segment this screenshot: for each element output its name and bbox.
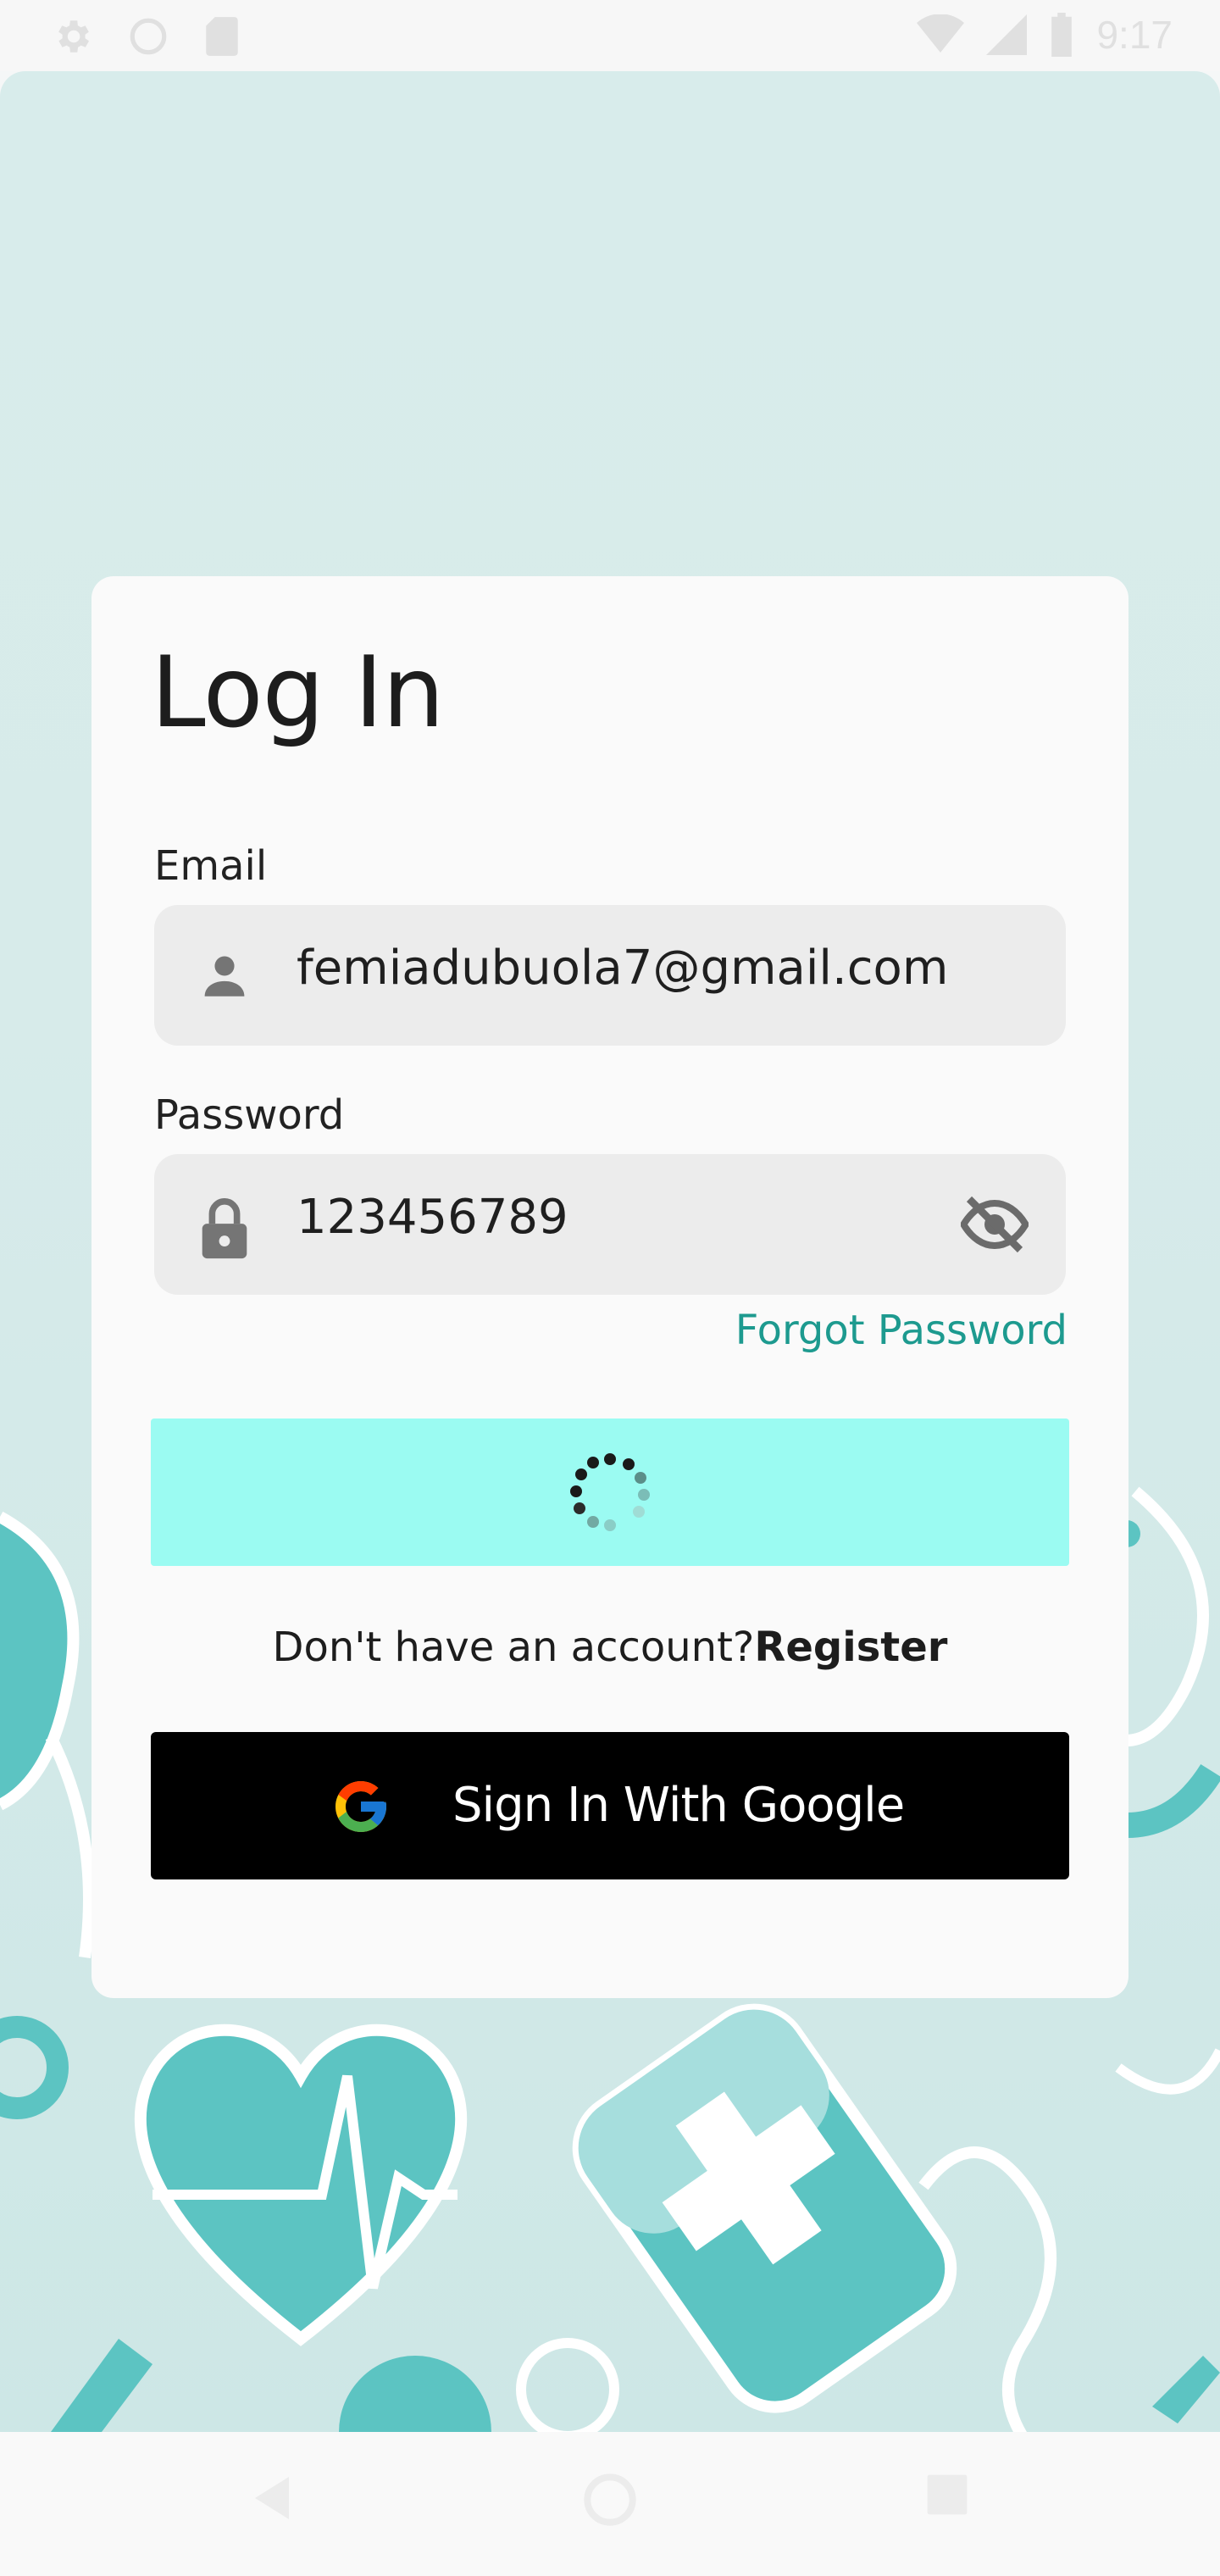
password-field[interactable] — [154, 1154, 1066, 1295]
wifi-icon — [917, 14, 965, 53]
register-line: Don't have an account?Register — [92, 1624, 1128, 1671]
cellular-icon — [986, 14, 1028, 55]
status-time: 9:17 — [1096, 13, 1173, 57]
settings-icon — [58, 20, 89, 53]
email-input[interactable] — [297, 941, 957, 996]
password-input[interactable] — [297, 1190, 957, 1245]
login-card: Log In Email Password Forgot Password — [92, 576, 1128, 1998]
password-label: Password — [154, 1091, 345, 1139]
back-icon[interactable] — [251, 2473, 293, 2523]
home-icon[interactable] — [583, 2473, 637, 2527]
battery-icon — [1051, 13, 1073, 57]
email-label: Email — [154, 842, 268, 890]
visibility-off-icon[interactable] — [961, 1195, 1029, 1254]
lock-icon — [202, 1198, 247, 1259]
forgot-password-link[interactable]: Forgot Password — [735, 1307, 1068, 1354]
register-prompt: Don't have an account? — [272, 1624, 755, 1671]
sync-icon — [130, 18, 167, 55]
google-button-label: Sign In With Google — [452, 1778, 905, 1833]
navigation-bar — [0, 2432, 1220, 2576]
recents-icon[interactable] — [925, 2473, 969, 2517]
login-button[interactable] — [151, 1418, 1069, 1566]
email-field[interactable] — [154, 905, 1066, 1046]
person-icon — [204, 956, 245, 997]
google-sign-in-button[interactable]: Sign In With Google — [151, 1732, 1069, 1879]
status-bar: 9:17 — [0, 0, 1220, 71]
page-title: Log In — [151, 636, 445, 750]
loading-spinner-icon — [570, 1453, 650, 1531]
register-link[interactable]: Register — [754, 1624, 947, 1671]
google-logo-icon — [336, 1781, 386, 1832]
sd-card-icon — [206, 17, 238, 56]
